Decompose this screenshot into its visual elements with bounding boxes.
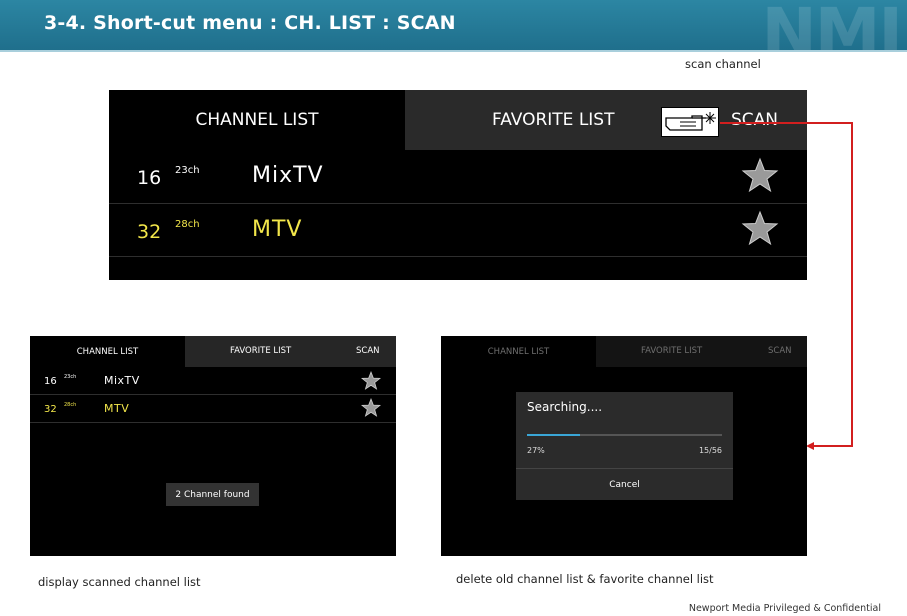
tab-favorite-list[interactable]: FAVORITE LIST SCAN: [596, 336, 807, 367]
channel-number: 32: [44, 404, 57, 415]
tab-scan-label[interactable]: SCAN: [768, 346, 792, 356]
display-list-caption: display scanned channel list: [38, 575, 201, 589]
tab-favorite-list-label: FAVORITE LIST: [230, 346, 292, 356]
tab-channel-list-label: CHANNEL LIST: [487, 346, 550, 357]
tab-favorite-list[interactable]: FAVORITE LIST SCAN: [185, 336, 396, 367]
channel-number: 16: [44, 376, 57, 387]
tab-channel-list[interactable]: CHANNEL LIST: [30, 336, 185, 367]
channel-name: MTV: [104, 402, 130, 415]
scan-progress-fill: [527, 434, 580, 436]
delete-list-caption: delete old channel list & favorite chann…: [456, 572, 714, 586]
channel-rf: 28ch: [64, 402, 77, 408]
scan-dialog-title: Searching....: [527, 400, 603, 414]
cancel-button[interactable]: Cancel: [516, 469, 733, 500]
scan-progress-bar: [527, 434, 722, 436]
scan-progress-screen: CHANNEL LIST FAVORITE LIST SCAN Searchin…: [441, 336, 807, 556]
channel-name: MixTV: [104, 374, 140, 387]
tab-favorite-list-label: FAVORITE LIST: [641, 346, 703, 356]
scan-count: 15/56: [698, 446, 722, 455]
star-icon[interactable]: [361, 371, 381, 390]
channels-found-toast: 2 Channel found: [166, 483, 259, 506]
tab-channel-list-label: CHANNEL LIST: [76, 346, 139, 357]
scan-percent: 27%: [527, 446, 545, 455]
channel-list-screen-result: CHANNEL LIST FAVORITE LIST SCAN 16 23ch …: [30, 336, 396, 556]
tab-scan-label[interactable]: SCAN: [356, 346, 380, 356]
star-icon[interactable]: [361, 398, 381, 417]
channel-rf: 23ch: [64, 374, 77, 380]
footer-confidential: Newport Media Privileged & Confidential: [688, 603, 881, 614]
channel-row[interactable]: 32 28ch MTV: [30, 395, 396, 423]
tab-channel-list[interactable]: CHANNEL LIST: [441, 336, 596, 367]
channel-row[interactable]: 16 23ch MixTV: [30, 367, 396, 395]
scan-dialog: Searching.... 27% 15/56 Cancel: [516, 392, 733, 500]
